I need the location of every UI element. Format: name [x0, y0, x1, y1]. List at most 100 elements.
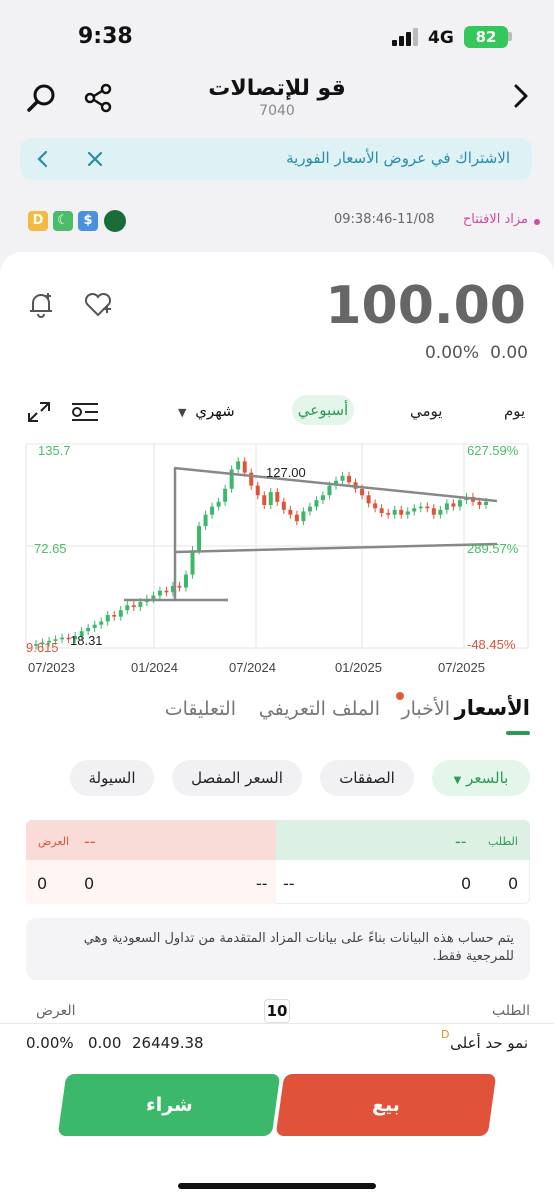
badge-d: D [28, 211, 48, 231]
buy-label: شراء [145, 1094, 193, 1116]
candle-38 [281, 497, 286, 514]
buy-button[interactable]: شراء [57, 1074, 281, 1136]
network-label: 4G [428, 28, 454, 48]
tab-prices[interactable]: الأسعار [455, 696, 530, 720]
candle-57 [405, 507, 410, 519]
candle-58 [412, 504, 417, 516]
candle-54 [386, 509, 391, 519]
chip-trades[interactable]: الصفقات [320, 760, 414, 796]
candle-29 [223, 484, 228, 506]
stock-code: 7040 [259, 103, 295, 119]
bid-label: الطلب [488, 835, 518, 848]
candle-44 [320, 491, 325, 505]
depth-bid-label: الطلب [492, 1003, 531, 1019]
chip-liquidity[interactable]: السيولة [70, 760, 154, 796]
tf-daily[interactable]: يومي [410, 402, 442, 420]
x-label-1: 01/2024 [131, 660, 178, 675]
limit-badge: D [441, 1028, 450, 1041]
bid-count: 0 [508, 874, 519, 893]
heart-plus-icon[interactable] [82, 289, 114, 319]
badge-dollar: $ [78, 211, 98, 231]
depth-ask-label: العرض [36, 1003, 76, 1019]
limit-label: نمو حد أعلى [450, 1034, 528, 1052]
chart-candles [34, 457, 488, 650]
chip-detailed-price[interactable]: السعر المفصل [172, 760, 302, 796]
status-time: 9:38 [78, 24, 133, 49]
price-change-pct: 0.00% [424, 343, 479, 363]
chevron-left-icon[interactable] [36, 150, 50, 168]
tab-comments[interactable]: التعليقات [165, 698, 236, 720]
close-icon[interactable] [86, 150, 104, 168]
chip-price[interactable]: بالسعر ▼ [432, 760, 530, 796]
battery-tip [508, 32, 512, 41]
y-left-mid: 72.65 [34, 541, 67, 556]
tf-monthly-label: شهري [195, 402, 235, 420]
quote-card [0, 252, 554, 1200]
annotation-low: 18.31 [70, 633, 103, 648]
candle-41 [301, 507, 306, 526]
candle-28 [216, 497, 221, 511]
data-disclaimer: يتم حساب هذه البيانات بناءً على بيانات ا… [26, 918, 530, 980]
candle-39 [288, 505, 293, 519]
candle-61 [431, 504, 436, 519]
stock-title: قو للإتصالات [208, 76, 346, 101]
candle-11 [105, 610, 110, 626]
candle-36 [268, 488, 273, 510]
candle-9 [92, 620, 97, 633]
candle-53 [379, 504, 384, 518]
candle-19 [157, 586, 162, 600]
bid-qty: 0 [461, 874, 472, 893]
sell-label: بيع [372, 1094, 400, 1116]
candle-56 [399, 505, 404, 519]
bid-header-value: -- [455, 832, 467, 851]
candle-30 [229, 465, 234, 493]
candle-37 [275, 488, 280, 506]
limit-change: 0.00 [88, 1034, 122, 1052]
expand-icon[interactable] [26, 400, 52, 424]
chevron-right-icon[interactable] [508, 82, 532, 110]
candle-31 [236, 457, 241, 474]
ask-body [26, 860, 276, 904]
subscription-banner[interactable]: الاشتراك في عروض الأسعار الفورية [20, 138, 532, 180]
tf-weekly[interactable]: أسبوعي [292, 395, 354, 425]
bell-plus-icon[interactable] [26, 289, 56, 319]
candle-20 [164, 586, 169, 597]
tf-monthly-dropdown[interactable]: شهري ▼ [178, 402, 235, 420]
tab-profile[interactable]: الملف التعريفي [259, 698, 380, 720]
search-icon[interactable] [26, 82, 58, 114]
caret-down-icon: ▼ [178, 406, 187, 419]
price-chart[interactable]: 135.7 72.65 9.615 627.59% 289.57% -48.45… [0, 436, 554, 680]
chart-settings-icon[interactable] [70, 400, 100, 424]
candle-40 [294, 510, 299, 526]
x-label-4: 07/2025 [438, 660, 485, 675]
candle-64 [451, 499, 456, 511]
candle-15 [131, 601, 136, 611]
signal-icon [392, 28, 418, 46]
depth-levels[interactable]: 10 [264, 999, 290, 1023]
status-dot [534, 219, 540, 225]
candle-26 [203, 510, 208, 531]
y-right-top: 627.59% [467, 443, 519, 458]
saudi-flag-icon [104, 210, 126, 232]
candle-47 [340, 471, 345, 485]
tf-day[interactable]: يوم [504, 402, 525, 420]
limit-value: 26449.38 [132, 1034, 204, 1052]
limit-pct: 0.00% [26, 1034, 74, 1052]
candle-51 [366, 491, 371, 508]
bid-price: -- [283, 874, 295, 893]
share-icon[interactable] [82, 82, 114, 114]
tab-news[interactable]: الأخبار [401, 698, 450, 720]
candle-23 [184, 570, 188, 592]
x-label-3: 01/2025 [335, 660, 382, 675]
candle-22 [177, 581, 182, 592]
x-label-2: 07/2024 [229, 660, 276, 675]
annotation-high: 127.00 [266, 465, 306, 480]
candle-12 [112, 610, 117, 621]
home-indicator [178, 1183, 376, 1189]
sell-button[interactable]: بيع [275, 1074, 497, 1136]
tab-active-indicator [506, 731, 530, 735]
candle-63 [444, 499, 449, 514]
candle-48 [347, 471, 352, 487]
y-left-top: 135.7 [38, 443, 71, 458]
ask-count: 0 [37, 874, 48, 893]
